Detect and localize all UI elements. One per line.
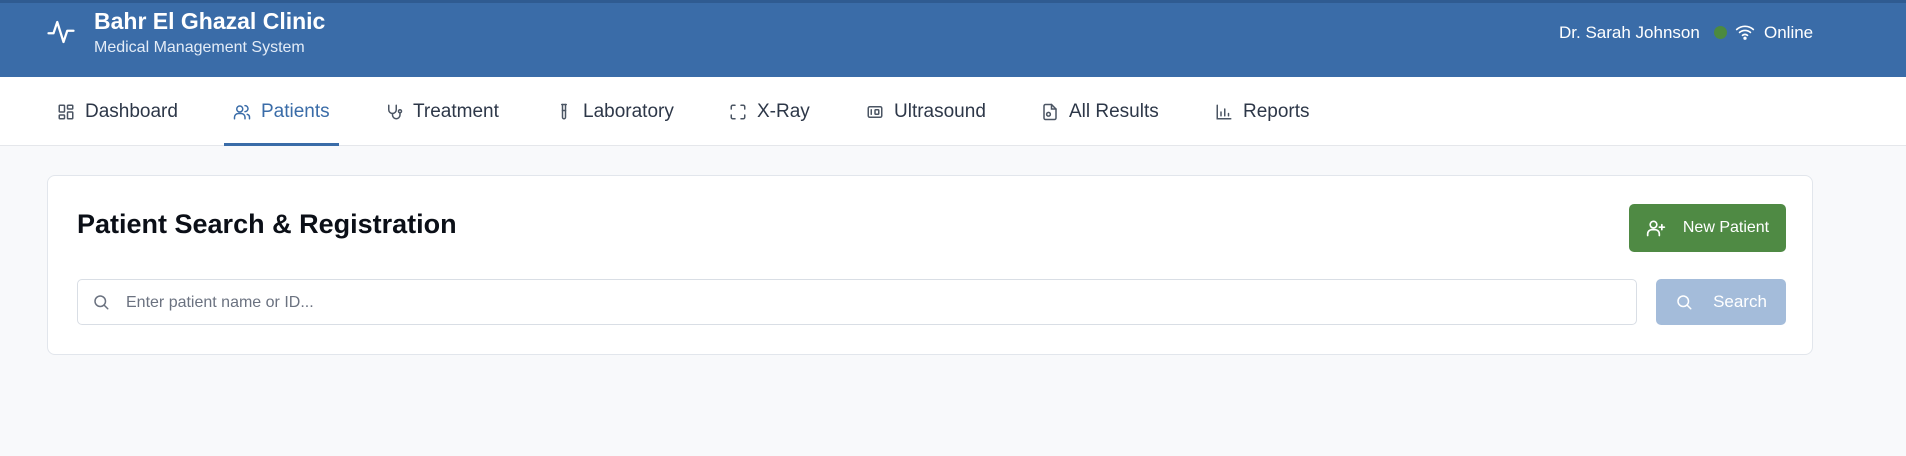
- connection-status: Online: [1764, 23, 1814, 42]
- new-patient-label: New Patient: [1682, 219, 1770, 236]
- page-title: Patient Search & Registration: [77, 209, 457, 239]
- search-button[interactable]: Search: [1656, 279, 1786, 325]
- search-input[interactable]: [124, 280, 1628, 326]
- tab-label: All Results: [1069, 100, 1159, 122]
- tab-laboratory[interactable]: Laboratory: [555, 77, 674, 146]
- search-button-label: Search: [1713, 292, 1767, 311]
- test-tube-icon: [561, 103, 567, 119]
- tab-label: Ultrasound: [894, 100, 986, 122]
- app-title: Bahr El Ghazal Clinic: [94, 8, 326, 34]
- users-icon: [233, 104, 251, 119]
- tab-label: X-Ray: [757, 100, 810, 122]
- patient-search-card: Patient Search & Registration New Patien…: [47, 175, 1813, 355]
- bar-chart-icon: [1216, 104, 1232, 119]
- ultrasound-icon: [867, 105, 883, 118]
- new-patient-button[interactable]: New Patient: [1629, 204, 1786, 252]
- activity-icon: [47, 20, 75, 44]
- tab-all-results[interactable]: All Results: [1041, 77, 1159, 146]
- search-field[interactable]: [77, 279, 1637, 326]
- tab-ultrasound[interactable]: Ultrasound: [866, 77, 986, 146]
- app-subtitle: Medical Management System: [94, 39, 305, 56]
- tab-treatment[interactable]: Treatment: [385, 77, 499, 146]
- tab-label: Reports: [1243, 100, 1310, 122]
- user-plus-icon: [1646, 220, 1666, 237]
- user-name[interactable]: Dr. Sarah Johnson: [1559, 23, 1700, 43]
- tab-label: Laboratory: [583, 100, 674, 122]
- app-header: Bahr El Ghazal Clinic Medical Management…: [0, 0, 1906, 77]
- scan-icon: [730, 104, 746, 119]
- tab-patients[interactable]: Patients: [224, 77, 339, 146]
- tab-x-ray[interactable]: X-Ray: [729, 77, 810, 146]
- tab-label: Dashboard: [85, 100, 178, 122]
- tab-label: Treatment: [413, 100, 499, 122]
- search-icon: [94, 295, 109, 310]
- file-results-icon: [1043, 103, 1057, 120]
- search-icon: [1677, 295, 1692, 310]
- main-nav: Dashboard Patients Treatment Laboratory …: [0, 77, 1906, 146]
- wifi-icon: [1735, 25, 1755, 40]
- tab-label: Patients: [261, 100, 330, 122]
- tab-reports[interactable]: Reports: [1215, 77, 1310, 146]
- dashboard-icon: [58, 104, 74, 119]
- stethoscope-icon: [388, 104, 403, 119]
- tab-dashboard[interactable]: Dashboard: [57, 77, 178, 146]
- status-indicator: [1714, 26, 1727, 39]
